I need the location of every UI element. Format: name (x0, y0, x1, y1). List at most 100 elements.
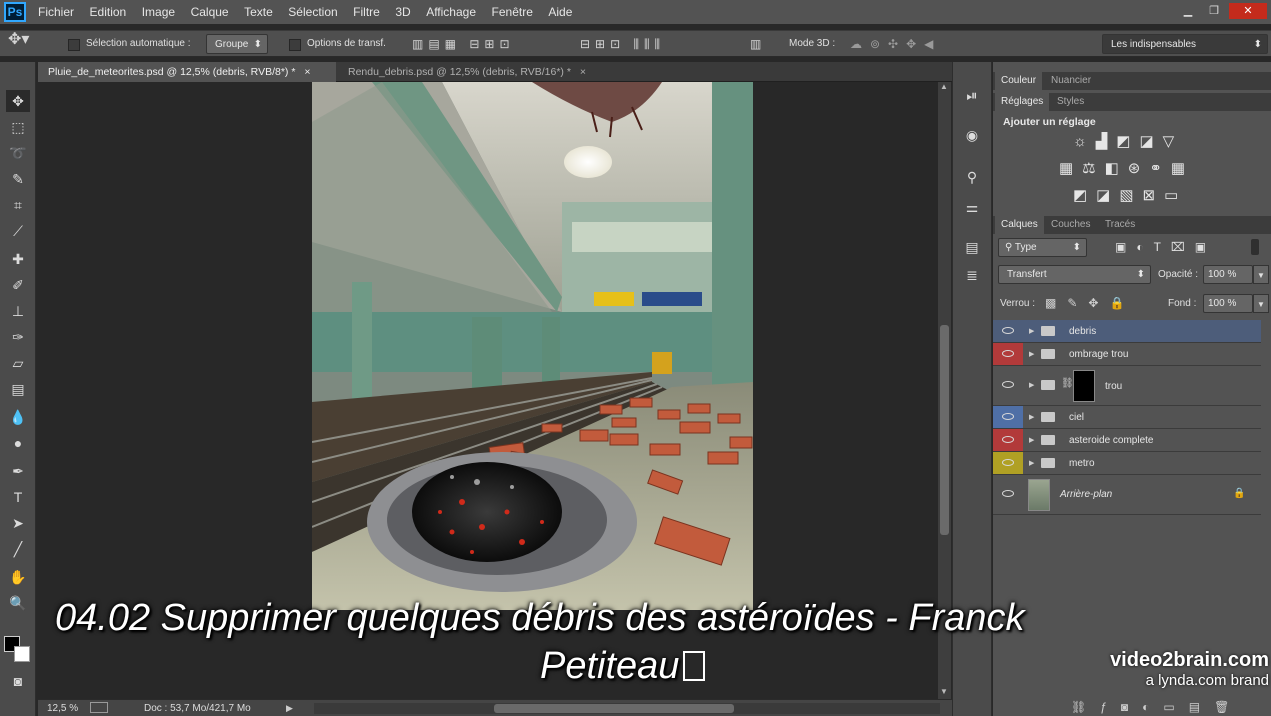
quick-selection-tool-icon[interactable]: ✎ (6, 168, 30, 190)
menu-item-8[interactable]: Affichage (426, 5, 476, 19)
visibility-eye-icon[interactable] (993, 366, 1023, 405)
horizontal-scrollbar[interactable] (314, 703, 940, 714)
menu-item-10[interactable]: Aide (548, 5, 572, 19)
tab-close-icon[interactable]: × (304, 66, 310, 78)
document-canvas-image[interactable] (312, 82, 753, 610)
tab-reglages[interactable]: Réglages (995, 93, 1050, 111)
expand-arrow-icon[interactable]: ▶ (1029, 459, 1034, 467)
tab-traces[interactable]: Tracés (1099, 216, 1141, 234)
chain-link-icon[interactable]: ⛓ (1061, 378, 1074, 389)
tab-calques[interactable]: Calques (995, 216, 1044, 234)
tab-styles[interactable]: Styles (1051, 93, 1090, 111)
distribute-icons[interactable]: ⊟⊞⊡ ⫼⫼⫼ (580, 37, 665, 51)
3d-mode-icons[interactable]: ☁⊚✣✥◀ (850, 37, 941, 51)
menu-item-6[interactable]: Filtre (353, 5, 380, 19)
zoom-tool-icon[interactable]: 🔍 (6, 592, 30, 614)
fill-input[interactable]: 100 % (1203, 294, 1253, 313)
layer-asteroide-complete[interactable]: ▶ asteroide complete (993, 429, 1261, 452)
visibility-eye-icon[interactable] (993, 452, 1023, 474)
move-tool-icon[interactable]: ✥ (6, 90, 30, 112)
character-panel-icon[interactable]: ▤ (960, 236, 984, 258)
adjustment-icons-row2[interactable]: ▦⚖◧⊛⚭▦ (1059, 159, 1194, 177)
restore-icon[interactable]: ❐ (1203, 3, 1225, 19)
clone-stamp-tool-icon[interactable]: ⊥ (6, 300, 30, 322)
tab-rendu-debris[interactable]: Rendu_debris.psd @ 12,5% (debris, RVB/16… (338, 62, 596, 82)
expand-arrow-icon[interactable]: ▶ (1029, 413, 1034, 421)
tab-couleur[interactable]: Couleur (995, 72, 1043, 90)
dodge-tool-icon[interactable]: ● (6, 432, 30, 454)
marquee-tool-icon[interactable]: ⬚ (6, 116, 30, 138)
auto-select-checkbox[interactable] (68, 39, 80, 51)
fill-dropdown-icon[interactable]: ▼ (1253, 294, 1269, 313)
tool-preset-icon[interactable]: ✥▾ (8, 32, 29, 48)
menu-item-7[interactable]: 3D (395, 5, 410, 19)
layer-mask-thumbnail[interactable] (1073, 370, 1095, 402)
close-window-icon[interactable]: ✕ (1229, 3, 1267, 19)
layer-metro[interactable]: ▶ metro (993, 452, 1261, 475)
actions-panel-icon[interactable]: ◉ (960, 124, 984, 146)
path-selection-tool-icon[interactable]: ➤ (6, 512, 30, 534)
eyedropper-tool-icon[interactable]: ⟋ (6, 220, 30, 242)
eraser-tool-icon[interactable]: ▱ (6, 352, 30, 374)
line-tool-icon[interactable]: ╱ (6, 538, 30, 560)
minimize-icon[interactable]: ▁ (1177, 3, 1199, 19)
menu-item-1[interactable]: Edition (90, 5, 127, 19)
expand-arrow-icon[interactable]: ▶ (1029, 436, 1034, 444)
tab-nuancier[interactable]: Nuancier (1045, 72, 1097, 90)
align-icons[interactable]: ▥▤▦ ⊟⊞⊡ (412, 37, 515, 51)
hand-tool-icon[interactable]: ✋ (6, 566, 30, 588)
filter-toggle[interactable] (1251, 239, 1259, 255)
tab-couches[interactable]: Couches (1045, 216, 1096, 234)
menu-item-4[interactable]: Texte (244, 5, 273, 19)
gradient-tool-icon[interactable]: ▤ (6, 378, 30, 400)
status-preview-icon[interactable] (90, 702, 108, 713)
visibility-eye-icon[interactable] (993, 429, 1023, 451)
adjustment-icons-row1[interactable]: ☼▟◩◪▽ (1073, 132, 1183, 150)
tab-pluie-de-meteorites[interactable]: Pluie_de_meteorites.psd @ 12,5% (debris,… (38, 62, 336, 82)
layer-trou[interactable]: ▶ ⛓ trou (993, 366, 1261, 406)
menu-item-5[interactable]: Sélection (288, 5, 337, 19)
layer-bottom-icons[interactable]: ⛓ƒ◙◐▭▤🗑 (1071, 700, 1243, 714)
adjustment-icons-row3[interactable]: ◩◪▧⊠▭ (1073, 186, 1187, 204)
expand-arrow-icon[interactable]: ▶ (1029, 381, 1034, 389)
auto-select-dropdown[interactable]: Groupe ⬍ (206, 34, 268, 54)
menu-item-0[interactable]: Fichier (38, 5, 74, 19)
vertical-scroll-thumb[interactable] (940, 325, 949, 535)
tab-close-icon[interactable]: × (580, 66, 586, 78)
crop-tool-icon[interactable]: ⌗ (6, 194, 30, 216)
expand-arrow-icon[interactable]: ▶ (1029, 327, 1034, 335)
menu-item-3[interactable]: Calque (191, 5, 229, 19)
quick-mask-icon[interactable]: ◙ (6, 670, 30, 692)
transform-controls-checkbox[interactable] (289, 39, 301, 51)
layer-ombrage-trou[interactable]: ▶ ombrage trou (993, 343, 1261, 366)
brush-tool-icon[interactable]: ✐ (6, 274, 30, 296)
visibility-eye-icon[interactable] (993, 475, 1023, 514)
opacity-dropdown-icon[interactable]: ▼ (1253, 265, 1269, 284)
lock-icons[interactable]: ▩✎✥🔒 (1045, 296, 1135, 310)
scroll-down-icon[interactable]: ▼ (940, 687, 948, 696)
visibility-eye-icon[interactable] (993, 320, 1023, 342)
layer-ciel[interactable]: ▶ ciel (993, 406, 1261, 429)
brush-presets-icon[interactable]: ⚲ (960, 166, 984, 188)
properties-panel-icon[interactable]: ⚌ (960, 196, 984, 218)
menu-item-9[interactable]: Fenêtre (492, 5, 533, 19)
history-brush-tool-icon[interactable]: ✑ (6, 326, 30, 348)
background-color-swatch[interactable] (14, 646, 30, 662)
zoom-level[interactable]: 12,5 % (47, 703, 78, 714)
healing-brush-tool-icon[interactable]: ✚ (6, 248, 30, 270)
workspace-dropdown[interactable]: Les indispensables ⬍ (1102, 34, 1268, 54)
status-menu-icon[interactable]: ▶ (286, 703, 293, 714)
menu-item-2[interactable]: Image (142, 5, 175, 19)
expand-arrow-icon[interactable]: ▶ (1029, 350, 1034, 358)
paragraph-panel-icon[interactable]: ≣ (960, 264, 984, 286)
type-tool-icon[interactable]: T (6, 486, 30, 508)
pen-tool-icon[interactable]: ✒ (6, 460, 30, 482)
lasso-tool-icon[interactable]: ➰ (6, 142, 30, 164)
scroll-up-icon[interactable]: ▲ (940, 82, 948, 91)
visibility-eye-icon[interactable] (993, 406, 1023, 428)
layer-debris[interactable]: ▶ debris (993, 320, 1261, 343)
opacity-input[interactable]: 100 % (1203, 265, 1253, 284)
blur-tool-icon[interactable]: 💧 (6, 406, 30, 428)
auto-align-icon[interactable]: ▥ (750, 37, 761, 51)
visibility-eye-icon[interactable] (993, 343, 1023, 365)
